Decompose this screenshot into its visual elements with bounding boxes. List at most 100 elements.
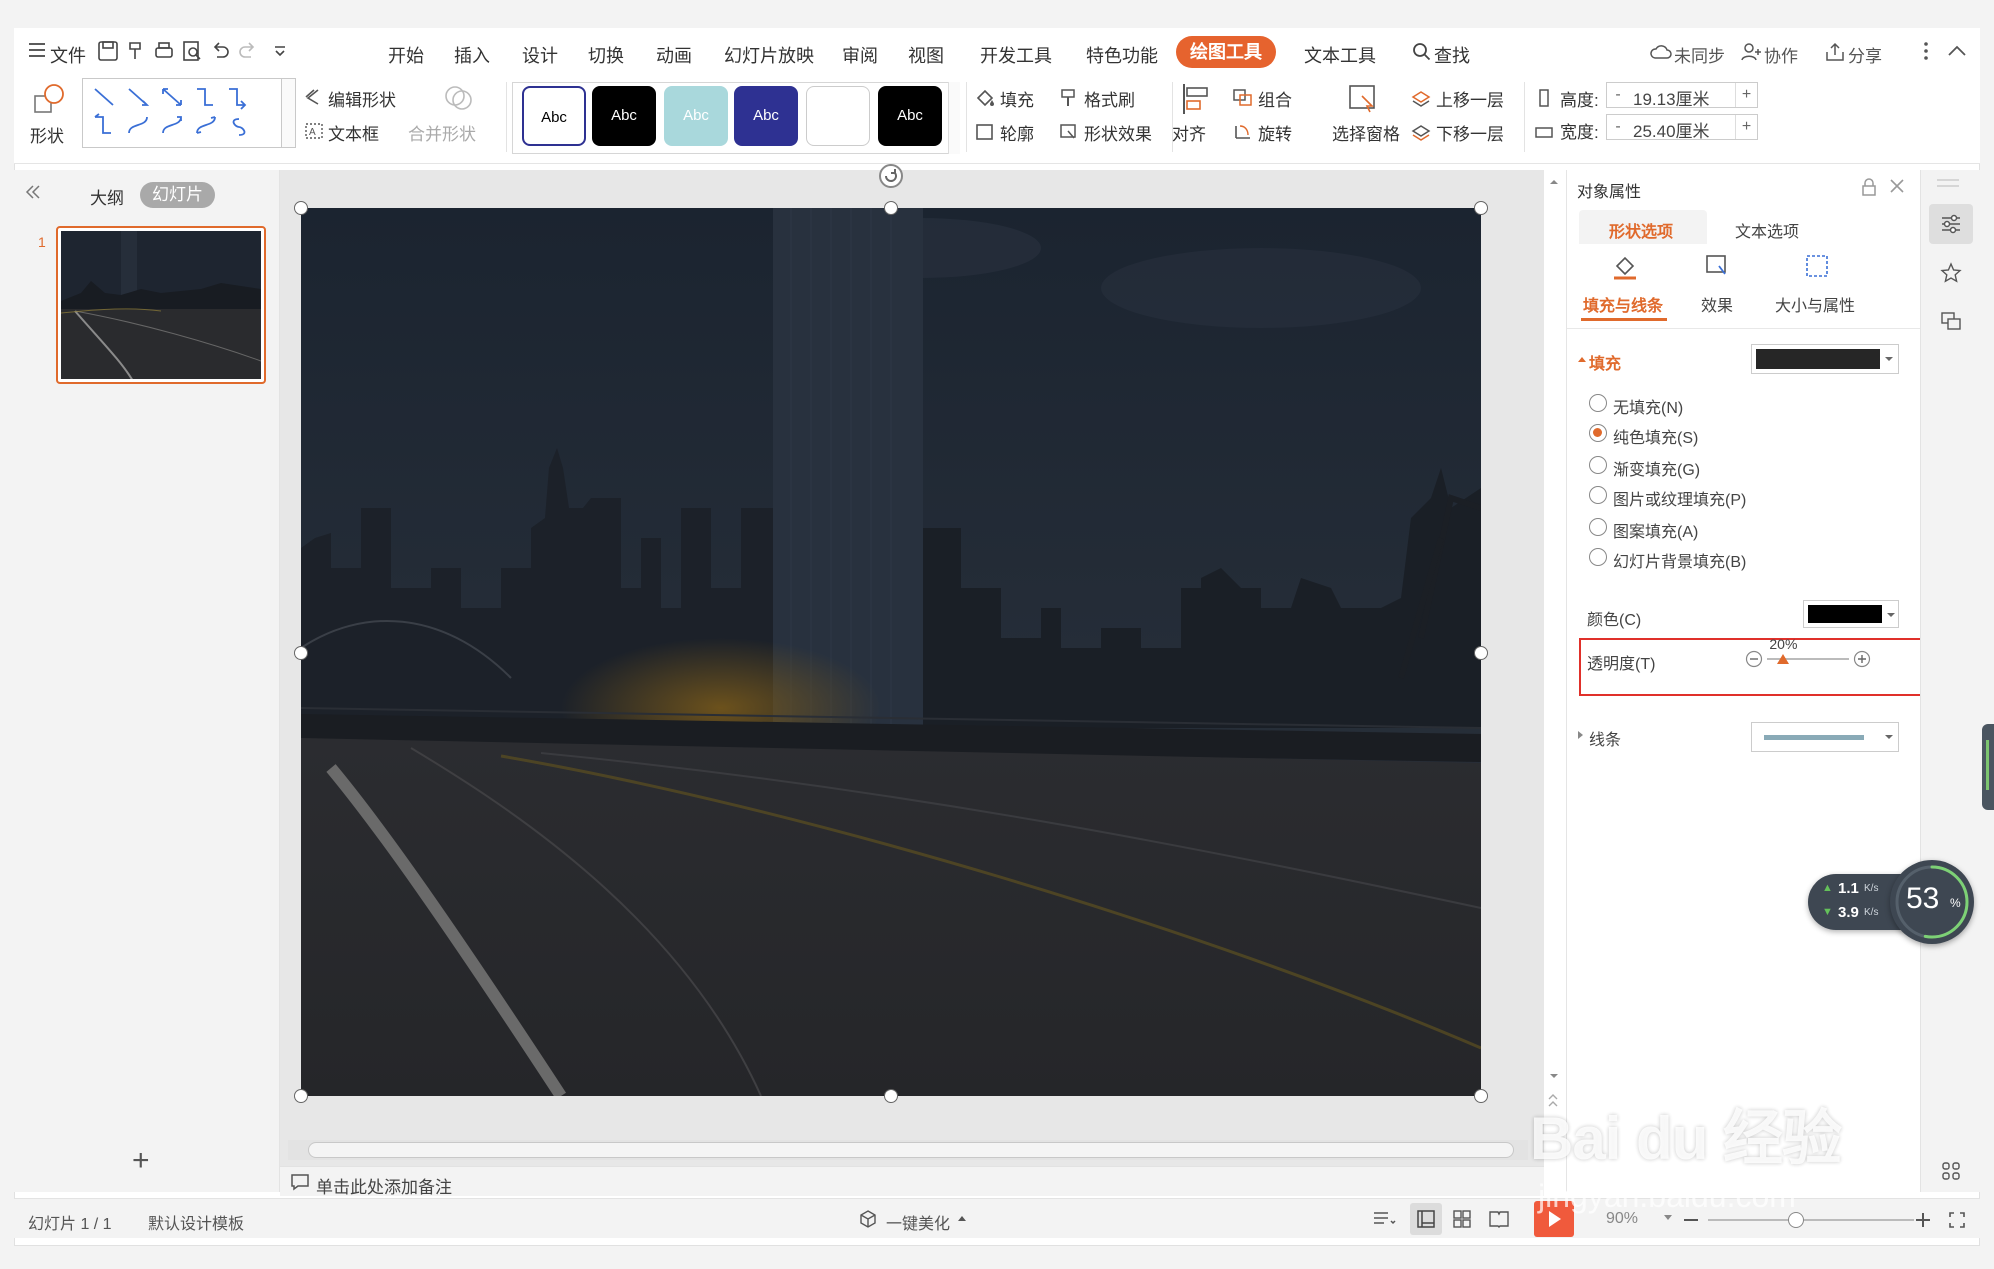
- shape-style-4[interactable]: Abc: [734, 86, 798, 146]
- animation-star-icon[interactable]: [1940, 262, 1962, 284]
- print-preview-icon[interactable]: [180, 39, 204, 63]
- add-slide-button[interactable]: +: [132, 1146, 150, 1176]
- resize-handle-sw[interactable]: [294, 1089, 308, 1103]
- radio-pattern-fill[interactable]: [1589, 518, 1607, 536]
- tab-text-options[interactable]: 文本选项: [1735, 218, 1799, 242]
- tab-slideshow[interactable]: 幻灯片放映: [724, 42, 814, 68]
- fill-section-title[interactable]: 填充: [1589, 350, 1621, 374]
- search-icon[interactable]: [1412, 42, 1432, 62]
- tab-view[interactable]: 视图: [908, 42, 944, 68]
- resize-handle-n[interactable]: [884, 201, 898, 215]
- fill-option-label[interactable]: 无填充(N): [1613, 394, 1683, 418]
- transparency-decrease-button[interactable]: [1745, 650, 1763, 668]
- tab-animation[interactable]: 动画: [656, 42, 692, 68]
- style-gallery-more[interactable]: [948, 82, 960, 154]
- shape-icon[interactable]: [32, 82, 66, 116]
- fill-color-dropdown[interactable]: [1751, 344, 1899, 374]
- properties-toggle-button[interactable]: [1929, 204, 1973, 244]
- shape-style-6[interactable]: Abc: [878, 86, 942, 146]
- merge-shape-button[interactable]: 合并形状: [408, 120, 476, 145]
- resize-handle-ne[interactable]: [1474, 201, 1488, 215]
- memory-usage-widget[interactable]: 53 %: [1890, 860, 1974, 944]
- rotate-button[interactable]: 旋转: [1258, 120, 1292, 145]
- transparency-increase-button[interactable]: [1853, 650, 1871, 668]
- slide-sorter-icon[interactable]: [1452, 1209, 1472, 1229]
- horizontal-scroll-thumb[interactable]: [308, 1142, 1514, 1158]
- close-icon[interactable]: [1889, 178, 1905, 194]
- more-icon[interactable]: [1922, 40, 1930, 62]
- scroll-down-icon[interactable]: [1548, 1070, 1560, 1082]
- resize-handle-nw[interactable]: [294, 201, 308, 215]
- fit-window-icon[interactable]: [1948, 1211, 1966, 1229]
- shape-effect-button[interactable]: 形状效果: [1084, 120, 1152, 145]
- radio-slide-background-fill[interactable]: [1589, 548, 1607, 566]
- slide-transition-icon[interactable]: [1940, 310, 1962, 332]
- line-style-dropdown[interactable]: [1751, 722, 1899, 752]
- panel-title[interactable]: 对象属性: [1577, 178, 1641, 202]
- color-dropdown[interactable]: [1803, 600, 1899, 628]
- shape-style-5[interactable]: [806, 86, 870, 146]
- tab-insert[interactable]: 插入: [454, 42, 490, 68]
- text-box-button[interactable]: 文本框: [328, 120, 379, 145]
- fill-option-label[interactable]: 渐变填充(G): [1613, 456, 1700, 480]
- share-button[interactable]: 分享: [1848, 42, 1882, 67]
- width-decrease-button[interactable]: -: [1607, 115, 1629, 139]
- radio-picture-fill[interactable]: [1589, 486, 1607, 504]
- transparency-slider-thumb[interactable]: [1777, 654, 1790, 664]
- lock-icon[interactable]: [1861, 178, 1877, 196]
- group-button[interactable]: 组合: [1258, 86, 1292, 111]
- fill-option-label[interactable]: 图片或纹理填充(P): [1613, 486, 1746, 510]
- shape-style-3[interactable]: Abc: [664, 86, 728, 146]
- selection-pane-button[interactable]: 选择窗格: [1332, 120, 1400, 145]
- tab-special[interactable]: 特色功能: [1086, 42, 1158, 68]
- radio-gradient-fill[interactable]: [1589, 456, 1607, 474]
- resize-handle-s[interactable]: [884, 1089, 898, 1103]
- tab-transition[interactable]: 切换: [588, 42, 624, 68]
- format-painter-icon[interactable]: [124, 39, 148, 63]
- save-icon[interactable]: [96, 39, 120, 63]
- tab-shape-options[interactable]: 形状选项: [1579, 210, 1707, 244]
- zoom-in-icon[interactable]: [1914, 1211, 1932, 1229]
- radio-solid-fill[interactable]: [1589, 424, 1607, 442]
- resize-handle-w[interactable]: [294, 646, 308, 660]
- collab-button[interactable]: 协作: [1764, 42, 1798, 67]
- format-painter-button[interactable]: 格式刷: [1084, 86, 1135, 111]
- tab-drawing-tools[interactable]: 绘图工具: [1176, 36, 1276, 68]
- normal-view-button[interactable]: [1410, 1203, 1442, 1235]
- tab-developer[interactable]: 开发工具: [980, 42, 1052, 68]
- subtab-fill-line[interactable]: 填充与线条: [1583, 292, 1663, 316]
- tab-outline[interactable]: 大纲: [90, 184, 124, 209]
- horizontal-scrollbar[interactable]: [288, 1140, 1528, 1160]
- collapse-panel-icon[interactable]: [24, 184, 42, 200]
- slide-thumbnail[interactable]: [56, 226, 266, 384]
- slide-count[interactable]: 幻灯片 1 / 1: [28, 1210, 112, 1234]
- fill-button[interactable]: 填充: [1000, 86, 1034, 111]
- line-section-title[interactable]: 线条: [1589, 726, 1621, 750]
- shape-gallery[interactable]: [82, 78, 282, 148]
- template-name[interactable]: 默认设计模板: [148, 1210, 244, 1234]
- edge-dock-tab[interactable]: [1982, 724, 1994, 810]
- width-input[interactable]: - 25.40厘米 +: [1606, 114, 1758, 141]
- tab-review[interactable]: 审阅: [842, 42, 878, 68]
- scroll-up-icon[interactable]: [1548, 176, 1560, 188]
- print-icon[interactable]: [152, 39, 176, 63]
- tab-design[interactable]: 设计: [522, 42, 558, 68]
- undo-icon[interactable]: [208, 39, 232, 63]
- subtab-size-properties[interactable]: 大小与属性: [1775, 292, 1855, 316]
- radio-no-fill[interactable]: [1589, 394, 1607, 412]
- height-decrease-button[interactable]: -: [1607, 83, 1629, 107]
- shape-style-2[interactable]: Abc: [592, 86, 656, 146]
- resize-handle-e[interactable]: [1474, 646, 1488, 660]
- width-increase-button[interactable]: +: [1735, 115, 1757, 139]
- notes-bar[interactable]: 单击此处添加备注: [280, 1166, 1544, 1197]
- notes-view-icon[interactable]: [1372, 1209, 1396, 1229]
- tab-home[interactable]: 开始: [388, 42, 424, 68]
- redo-icon[interactable]: [236, 39, 260, 63]
- tab-slides[interactable]: 幻灯片: [140, 182, 215, 208]
- send-backward-button[interactable]: 下移一层: [1436, 120, 1504, 145]
- resize-handle-se[interactable]: [1474, 1089, 1488, 1103]
- customize-toolbar-icon[interactable]: [268, 39, 292, 63]
- hamburger-icon[interactable]: [28, 42, 46, 58]
- grid-apps-icon[interactable]: [1940, 1160, 1962, 1182]
- bring-forward-button[interactable]: 上移一层: [1436, 86, 1504, 111]
